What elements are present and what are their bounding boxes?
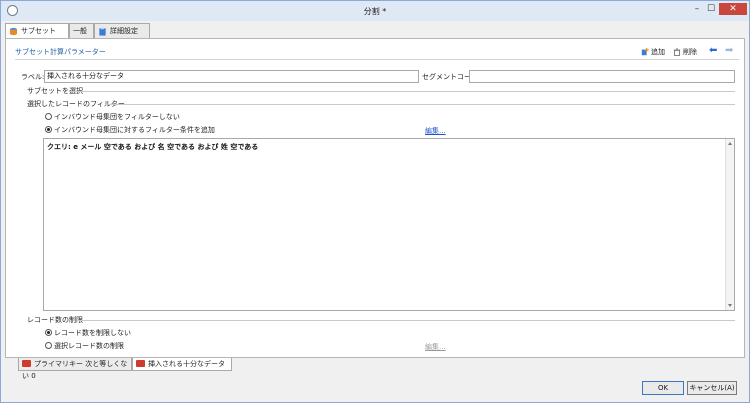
tab-subset-label: サブセット: [21, 27, 56, 35]
add-label: 追加: [651, 48, 665, 56]
filter-tab-icon: [136, 360, 145, 367]
filter-group-line: [105, 104, 735, 105]
add-icon: [641, 48, 649, 56]
radio-no-filter[interactable]: インバウンド母集団をフィルターしない: [45, 112, 180, 122]
maximize-button[interactable]: ☐: [704, 3, 718, 15]
clipboard-icon: [99, 26, 106, 36]
ok-button[interactable]: OK: [642, 381, 684, 395]
label-caption: ラベル:: [21, 73, 45, 81]
delete-button[interactable]: 削除: [673, 47, 697, 57]
bottom-tab-primary-key[interactable]: プライマリキー 次と等しくない 0: [18, 358, 132, 380]
query-text: クエリ: e メール 空である および 名 空である および 姓 空である: [47, 143, 259, 151]
cancel-button[interactable]: キャンセル(A): [687, 381, 737, 395]
title-bar: 分割 * – ☐ ✕: [1, 1, 749, 21]
limit-group-line: [77, 320, 735, 321]
scroll-up-icon[interactable]: [728, 142, 732, 145]
tab-general-label: 一般: [73, 27, 87, 35]
scroll-down-icon[interactable]: [728, 304, 732, 307]
radio-no-filter-dot[interactable]: [45, 113, 52, 120]
tab-general[interactable]: 一般: [69, 23, 94, 38]
add-button[interactable]: 追加: [641, 47, 665, 57]
radio-no-limit-dot[interactable]: [45, 329, 52, 336]
section-title: サブセット計算パラメーター: [15, 48, 106, 56]
limit-edit-link: 編集...: [425, 343, 446, 351]
bottom-tab-inserted-data[interactable]: 挿入される十分なデータ: [132, 358, 232, 371]
section-divider: [15, 59, 739, 60]
filter-edit-link[interactable]: 編集...: [425, 126, 446, 136]
label-input[interactable]: 挿入される十分なデータ: [44, 70, 419, 83]
delete-label: 削除: [683, 48, 697, 56]
tab-subset[interactable]: サブセット: [5, 23, 69, 39]
subset-select-line: [69, 91, 735, 92]
limit-group-title: レコード数の制限: [27, 316, 83, 324]
radio-add-filter-dot[interactable]: [45, 126, 52, 133]
trash-icon: [673, 48, 681, 56]
radio-no-limit-label: レコード数を制限しない: [54, 329, 131, 337]
segment-code-input[interactable]: [469, 70, 735, 83]
bottom-tab-inserted-data-label: 挿入される十分なデータ: [148, 360, 225, 368]
radio-add-filter-label: インバウンド母集団に対するフィルター条件を追加: [54, 126, 215, 134]
radio-limit[interactable]: 選択レコード数の制限: [45, 341, 124, 351]
filter-tab-icon: [22, 360, 31, 367]
arrow-right-icon[interactable]: ➡: [725, 45, 733, 56]
vertical-scrollbar[interactable]: [725, 139, 734, 310]
radio-limit-label: 選択レコード数の制限: [54, 342, 124, 350]
bottom-tab-primary-key-label: プライマリキー 次と等しくない 0: [22, 360, 128, 380]
arrow-left-icon[interactable]: ⬅: [709, 45, 717, 56]
tab-advanced[interactable]: 詳細設定: [94, 23, 150, 38]
dialog-window: 分割 * – ☐ ✕ サブセット 一般 詳細設定 サブセット計算パラメーター 追…: [0, 0, 750, 403]
radio-add-filter[interactable]: インバウンド母集団に対するフィルター条件を追加: [45, 125, 215, 135]
radio-limit-dot[interactable]: [45, 342, 52, 349]
tab-advanced-label: 詳細設定: [110, 27, 138, 35]
radio-no-limit[interactable]: レコード数を制限しない: [45, 328, 131, 338]
window-title: 分割 *: [363, 7, 387, 16]
query-text-area[interactable]: クエリ: e メール 空である および 名 空である および 姓 空である: [43, 138, 735, 311]
close-button[interactable]: ✕: [719, 3, 747, 15]
radio-no-filter-label: インバウンド母集団をフィルターしない: [54, 113, 180, 121]
subset-icon: [9, 27, 18, 35]
minimize-button[interactable]: –: [690, 3, 704, 15]
